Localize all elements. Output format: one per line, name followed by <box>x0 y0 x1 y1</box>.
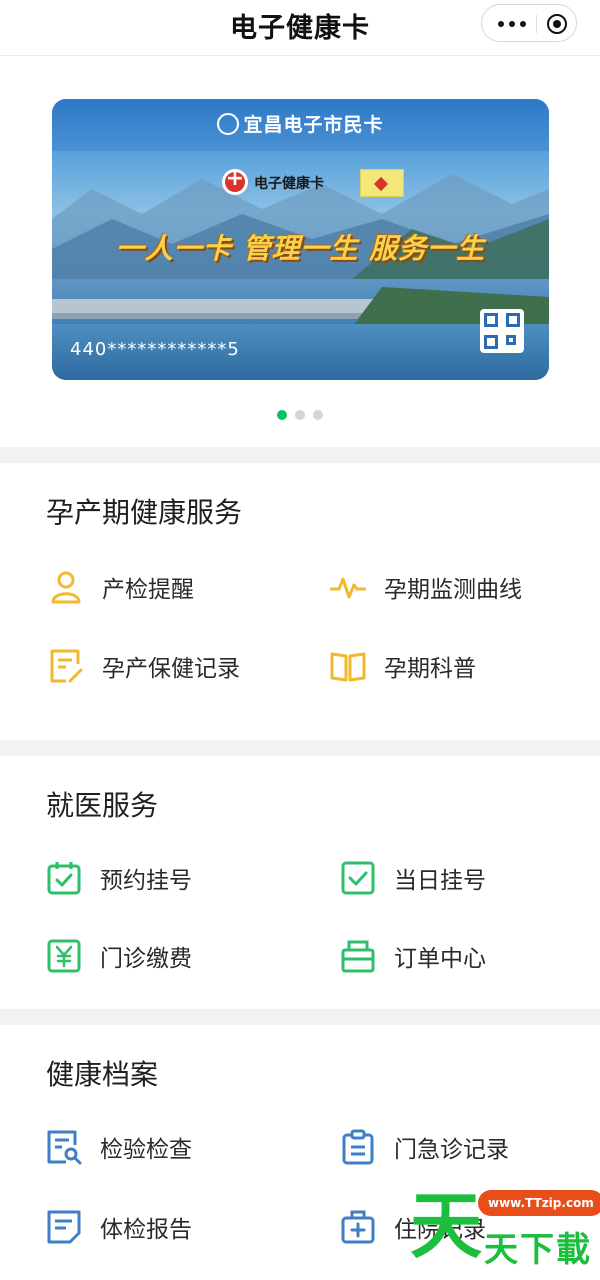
menu-item-pregnancy-science[interactable]: 孕期科普 <box>330 646 580 690</box>
section-gap <box>0 740 600 756</box>
section-title: 孕产期健康服务 <box>46 496 243 529</box>
section-gap <box>0 447 600 463</box>
carousel-dot[interactable] <box>313 410 323 420</box>
yuan-icon <box>47 939 81 973</box>
health-card[interactable]: 宜昌电子市民卡 电子健康卡 一人一卡 管理一生 服务一生 440********… <box>52 99 549 380</box>
check-square-icon <box>341 861 375 895</box>
section-maternal-health: 孕产期健康服务 产检提醒 孕期监测曲线 孕产保健记录 孕期科普 <box>0 463 600 740</box>
carousel-dot[interactable] <box>295 410 305 420</box>
watermark-logo: 天 <box>410 1184 483 1268</box>
book-icon <box>330 652 366 682</box>
menu-item-same-day-register[interactable]: 当日挂号 <box>340 858 580 902</box>
menu-item-label: 产检提醒 <box>102 577 194 603</box>
mini-program-capsule <box>481 4 577 42</box>
doc-search-icon <box>47 1130 82 1165</box>
menu-item-label: 体检报告 <box>100 1217 192 1243</box>
menu-item-emergency-record[interactable]: 门急诊记录 <box>340 1127 580 1171</box>
menu-item-label: 检验检查 <box>100 1137 192 1163</box>
city-logo-icon <box>217 113 240 135</box>
medical-kit-icon <box>341 1210 375 1244</box>
nav-bar: 电子健康卡 <box>0 0 600 56</box>
section-gap <box>0 1009 600 1025</box>
edit-record-icon <box>50 649 83 683</box>
pulse-icon <box>330 577 366 599</box>
clipboard-icon <box>342 1129 374 1165</box>
briefcase-icon <box>341 940 375 973</box>
section-medical-service: 就医服务 预约挂号 当日挂号 门诊缴费 订单中心 <box>0 756 600 1009</box>
person-icon <box>51 571 81 604</box>
menu-item-appointment[interactable]: 预约挂号 <box>46 858 286 902</box>
menu-item-outpatient-payment[interactable]: 门诊缴费 <box>46 936 286 980</box>
menu-item-maternal-care-record[interactable]: 孕产保健记录 <box>48 646 288 690</box>
menu-item-label: 门诊缴费 <box>100 946 192 972</box>
carousel-indicator <box>0 405 600 424</box>
more-icon[interactable] <box>496 13 530 33</box>
menu-item-checkup-report[interactable]: 体检报告 <box>46 1207 286 1251</box>
menu-item-lab-tests[interactable]: 检验检查 <box>46 1127 286 1171</box>
menu-item-prenatal-reminder[interactable]: 产检提醒 <box>48 567 288 611</box>
menu-item-label: 当日挂号 <box>394 868 486 894</box>
section-title: 就医服务 <box>46 789 159 822</box>
report-icon <box>47 1210 81 1244</box>
watermark-url: www.TTzip.com <box>478 1190 600 1216</box>
menu-item-label: 门急诊记录 <box>394 1137 509 1163</box>
menu-item-label: 预约挂号 <box>100 868 192 894</box>
card-health-label: 电子健康卡 <box>254 176 324 192</box>
section-title: 健康档案 <box>46 1058 159 1091</box>
calendar-check-icon <box>47 862 81 895</box>
card-brand-label: 宜昌电子市民卡 <box>243 114 384 136</box>
menu-item-label: 孕期监测曲线 <box>384 577 522 603</box>
card-carousel: 宜昌电子市民卡 电子健康卡 一人一卡 管理一生 服务一生 440********… <box>0 57 600 447</box>
qr-code-icon[interactable] <box>480 309 524 353</box>
seal-icon <box>360 169 404 197</box>
close-target-icon[interactable] <box>547 14 567 34</box>
capsule-divider <box>536 15 537 33</box>
dam-scenery <box>52 287 549 327</box>
menu-item-monitoring-curve[interactable]: 孕期监测曲线 <box>330 567 580 611</box>
carousel-dot[interactable] <box>277 410 287 420</box>
menu-item-order-center[interactable]: 订单中心 <box>340 936 580 980</box>
menu-item-label: 订单中心 <box>394 946 486 972</box>
menu-item-label: 孕期科普 <box>384 656 476 682</box>
watermark-text: 天下載 <box>484 1230 592 1270</box>
card-slogan: 一人一卡 管理一生 服务一生 <box>115 232 486 265</box>
red-cross-icon <box>222 166 248 195</box>
card-number: 440************5 <box>70 339 240 360</box>
menu-item-label: 孕产保健记录 <box>102 656 240 682</box>
card-brand: 宜昌电子市民卡 <box>52 110 549 137</box>
site-watermark: 天 www.TTzip.com 天下載 <box>400 1178 600 1280</box>
